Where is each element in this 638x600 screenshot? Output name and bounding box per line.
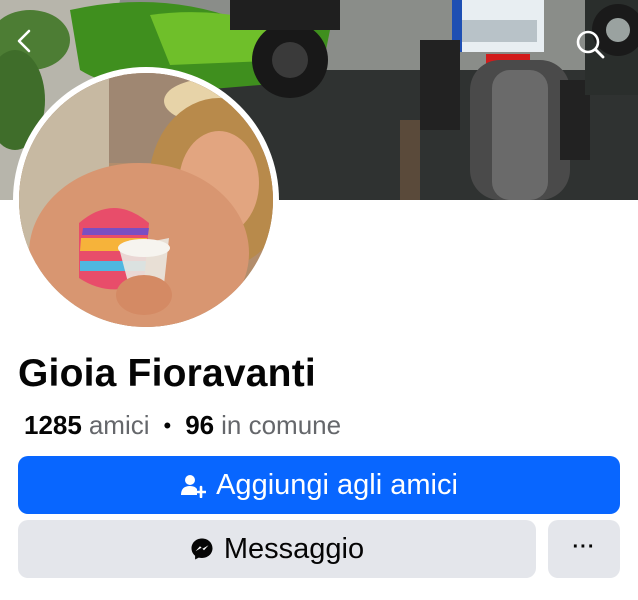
search-button[interactable] [574,28,618,72]
message-button[interactable]: Messaggio [18,520,536,578]
search-icon [576,30,605,59]
chevron-left-icon [17,29,31,53]
mutual-label: in comune [221,410,342,440]
add-friend-button[interactable]: Aggiungi agli amici [18,456,620,514]
profile-photo-image [19,73,273,327]
messenger-icon [190,537,214,561]
message-label: Messaggio [223,532,365,565]
more-options-button[interactable]: ··· [548,520,620,578]
profile-name: Gioia Fioravanti [18,352,316,395]
more-dots-icon: ··· [572,535,596,558]
add-friend-label: Aggiungi agli amici [216,468,458,501]
stats-separator: • [163,412,172,438]
back-button[interactable] [12,28,56,72]
profile-avatar[interactable] [19,73,273,327]
friends-stats[interactable]: 1285 amici • 96 in comune [24,410,341,441]
mutual-count: 96 [185,410,215,440]
friends-label: amici [88,410,150,440]
friends-count: 1285 [24,410,82,440]
add-friend-icon [180,472,207,498]
